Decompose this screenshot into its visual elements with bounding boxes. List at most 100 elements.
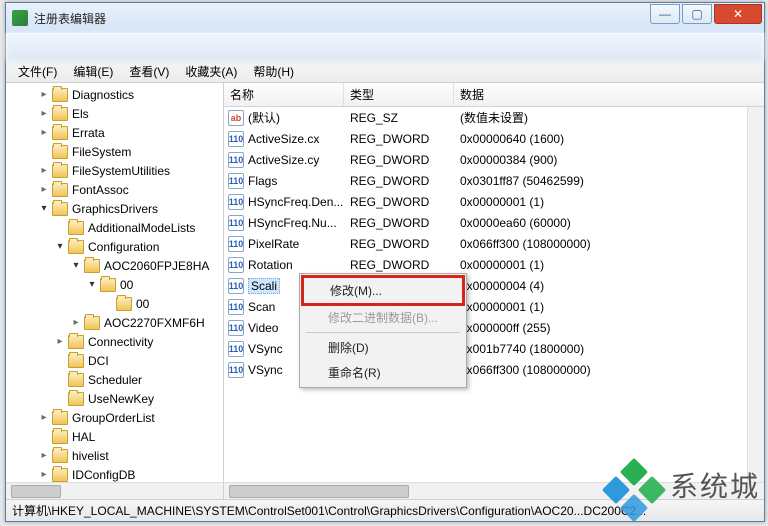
chevron-right-icon[interactable]: ▸ bbox=[38, 469, 50, 481]
tree-label: Connectivity bbox=[88, 335, 153, 349]
value-row[interactable]: 110 Rotation REG_DWORD0x00000001 (1) bbox=[224, 254, 764, 275]
tree-label: FileSystem bbox=[72, 145, 131, 159]
tree-label: AOC2270FXMF6H bbox=[104, 316, 205, 330]
value-row[interactable]: 110ActiveSize.cyREG_DWORD0x00000384 (900… bbox=[224, 149, 764, 170]
folder-icon bbox=[68, 354, 84, 368]
value-row[interactable]: 110HSyncFreq.Nu...REG_DWORD0x0000ea60 (6… bbox=[224, 212, 764, 233]
modify-highlight: 修改(M)... bbox=[301, 275, 465, 306]
content-area: ▸ Diagnostics ▸Els▸Errata FileSystem ▸FileSy… bbox=[6, 83, 764, 499]
folder-icon bbox=[52, 430, 68, 444]
chevron-down-icon[interactable]: ▾ bbox=[70, 260, 82, 272]
titlebar[interactable]: 注册表编辑器 — ▢ ✕ bbox=[6, 3, 764, 33]
menu-favorites[interactable]: 收藏夹(A) bbox=[177, 63, 245, 80]
column-data[interactable]: 数据 bbox=[454, 83, 764, 106]
value-data: 0x00000004 (4) bbox=[454, 279, 764, 293]
tree-label: DCI bbox=[88, 354, 109, 368]
tree-node[interactable]: ▸FileSystemUtilities bbox=[6, 161, 223, 180]
menu-modify[interactable]: 修改(M)... bbox=[304, 278, 462, 303]
chevron-down-icon[interactable]: ▾ bbox=[54, 241, 66, 253]
dword-value-icon: 110 bbox=[228, 257, 244, 273]
tree-node[interactable]: ▸ AOC2270FXMF6H bbox=[6, 313, 223, 332]
chevron-right-icon[interactable]: ▸ bbox=[38, 184, 50, 196]
tree-label: hivelist bbox=[72, 449, 109, 463]
arrow-placeholder bbox=[38, 146, 50, 158]
value-name: HSyncFreq.Den... bbox=[248, 195, 343, 209]
menu-help[interactable]: 帮助(H) bbox=[245, 63, 302, 80]
value-name: HSyncFreq.Nu... bbox=[248, 216, 337, 230]
tree-node[interactable]: Scheduler bbox=[6, 370, 223, 389]
value-row[interactable]: 110ActiveSize.cxREG_DWORD0x00000640 (160… bbox=[224, 128, 764, 149]
folder-icon bbox=[68, 221, 84, 235]
chevron-right-icon[interactable]: ▸ bbox=[38, 412, 50, 424]
tree-node[interactable]: ▸Errata bbox=[6, 123, 223, 142]
app-icon bbox=[12, 10, 28, 26]
tree-node[interactable]: ▾00 bbox=[6, 275, 223, 294]
folder-icon bbox=[52, 107, 68, 121]
chevron-right-icon[interactable]: ▸ bbox=[38, 450, 50, 462]
dword-value-icon: 110 bbox=[228, 299, 244, 315]
folder-icon bbox=[52, 126, 68, 140]
tree-node[interactable]: FileSystem bbox=[6, 142, 223, 161]
tree-node[interactable]: ▸GroupOrderList bbox=[6, 408, 223, 427]
tree-node[interactable]: ▸ hivelist bbox=[6, 446, 223, 465]
chevron-down-icon[interactable]: ▾ bbox=[38, 203, 50, 215]
values-v-scrollbar[interactable] bbox=[747, 107, 764, 482]
tree-label: Diagnostics bbox=[72, 88, 134, 102]
menu-file[interactable]: 文件(F) bbox=[10, 63, 65, 80]
value-row[interactable]: ab(默认)REG_SZ(数值未设置) bbox=[224, 107, 764, 128]
value-type: REG_DWORD bbox=[344, 258, 454, 272]
tree-node[interactable]: ▾ Configuration bbox=[6, 237, 223, 256]
close-button[interactable]: ✕ bbox=[714, 4, 762, 24]
tree-node[interactable]: 00 bbox=[6, 294, 223, 313]
column-name[interactable]: 名称 bbox=[224, 83, 344, 106]
value-data: 0x000000ff (255) bbox=[454, 321, 764, 335]
menu-separator bbox=[306, 332, 460, 333]
value-name: Rotation bbox=[248, 258, 293, 272]
chevron-down-icon[interactable]: ▾ bbox=[86, 279, 98, 291]
dword-value-icon: 110 bbox=[228, 215, 244, 231]
chevron-right-icon[interactable]: ▸ bbox=[38, 127, 50, 139]
chevron-right-icon[interactable]: ▸ bbox=[38, 165, 50, 177]
scrollbar-thumb[interactable] bbox=[229, 485, 409, 498]
tree-node[interactable]: ▾AOC2060FPJE8HA bbox=[6, 256, 223, 275]
column-type[interactable]: 类型 bbox=[344, 83, 454, 106]
chevron-right-icon[interactable]: ▸ bbox=[38, 108, 50, 120]
tree-node[interactable]: ▸ Connectivity bbox=[6, 332, 223, 351]
tree-node[interactable]: ▸ Diagnostics bbox=[6, 85, 223, 104]
tree-node[interactable]: UseNewKey bbox=[6, 389, 223, 408]
tree-node[interactable]: ▸Els bbox=[6, 104, 223, 123]
menu-delete[interactable]: 删除(D) bbox=[302, 335, 464, 360]
chevron-right-icon[interactable]: ▸ bbox=[54, 336, 66, 348]
tree-node[interactable]: ▾GraphicsDrivers bbox=[6, 199, 223, 218]
tree-node[interactable]: ▸FontAssoc bbox=[6, 180, 223, 199]
values-pane[interactable]: 名称 类型 数据 ab(默认)REG_SZ(数值未设置)110ActiveSiz… bbox=[224, 83, 764, 499]
value-data: 0x001b7740 (1800000) bbox=[454, 342, 764, 356]
value-data: 0x00000001 (1) bbox=[454, 258, 764, 272]
tree-label: IDConfigDB bbox=[72, 468, 135, 482]
tree-pane[interactable]: ▸ Diagnostics ▸Els▸Errata FileSystem ▸FileSy… bbox=[6, 83, 224, 499]
maximize-button[interactable]: ▢ bbox=[682, 4, 712, 24]
value-data: 0x0000ea60 (60000) bbox=[454, 216, 764, 230]
value-name: VSync bbox=[248, 363, 283, 377]
folder-icon bbox=[52, 183, 68, 197]
menu-rename[interactable]: 重命名(R) bbox=[302, 360, 464, 385]
tree-node[interactable]: DCI bbox=[6, 351, 223, 370]
value-type: REG_DWORD bbox=[344, 132, 454, 146]
menu-modify-binary[interactable]: 修改二进制数据(B)... bbox=[302, 305, 464, 330]
tree-node[interactable]: AdditionalModeLists bbox=[6, 218, 223, 237]
value-row[interactable]: 110PixelRateREG_DWORD0x066ff300 (1080000… bbox=[224, 233, 764, 254]
dword-value-icon: 110 bbox=[228, 236, 244, 252]
menu-view[interactable]: 查看(V) bbox=[121, 63, 177, 80]
tree-h-scrollbar[interactable] bbox=[6, 482, 223, 499]
tree-node[interactable]: HAL bbox=[6, 427, 223, 446]
value-row[interactable]: 110HSyncFreq.Den...REG_DWORD0x00000001 (… bbox=[224, 191, 764, 212]
value-row[interactable]: 110FlagsREG_DWORD0x0301ff87 (50462599) bbox=[224, 170, 764, 191]
menubar: 文件(F) 编辑(E) 查看(V) 收藏夹(A) 帮助(H) bbox=[6, 61, 764, 83]
menu-edit[interactable]: 编辑(E) bbox=[65, 63, 121, 80]
chevron-right-icon[interactable]: ▸ bbox=[38, 89, 50, 101]
minimize-button[interactable]: — bbox=[650, 4, 680, 24]
chevron-right-icon[interactable]: ▸ bbox=[70, 317, 82, 329]
tree-label: Configuration bbox=[88, 240, 159, 254]
folder-icon bbox=[84, 316, 100, 330]
scrollbar-thumb[interactable] bbox=[11, 485, 61, 498]
